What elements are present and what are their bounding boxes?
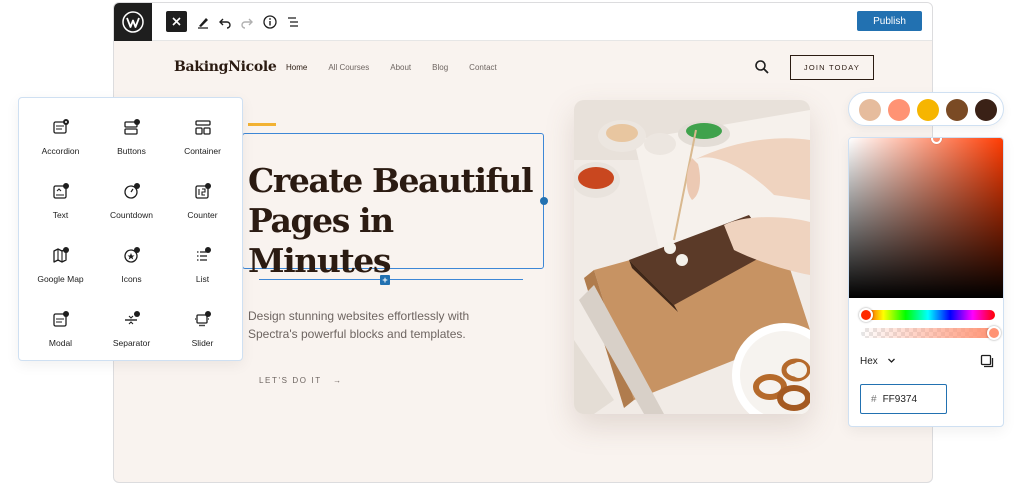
alpha-slider[interactable] xyxy=(861,328,995,338)
swatch-4[interactable] xyxy=(975,99,997,121)
block-label: Counter xyxy=(187,210,218,220)
cta-label: LET'S DO IT xyxy=(259,376,322,385)
color-picker-panel: Hex # FF9374 xyxy=(848,137,1004,427)
hero-photo[interactable] xyxy=(574,100,810,414)
undo-icon[interactable] xyxy=(216,13,234,31)
buttons-icon xyxy=(123,119,140,135)
block-label: Modal xyxy=(48,338,73,348)
block-buttons[interactable]: Buttons xyxy=(94,102,169,162)
block-modal[interactable]: Modal xyxy=(23,294,98,354)
block-label: Accordion xyxy=(41,146,80,156)
block-accordion[interactable]: Accordion xyxy=(23,102,98,162)
saturation-area[interactable] xyxy=(849,138,1003,298)
block-google-map[interactable]: Google Map xyxy=(23,230,98,290)
hue-slider-handle[interactable] xyxy=(859,308,873,322)
hero-heading-line-1: Create Beautiful xyxy=(248,161,534,200)
publish-button[interactable]: Publish xyxy=(857,11,922,31)
list-icon xyxy=(196,247,211,261)
block-slider[interactable]: Slider xyxy=(165,294,240,354)
block-label: Separator xyxy=(112,338,151,348)
modal-icon xyxy=(52,311,69,327)
map-icon xyxy=(52,247,69,263)
block-inserter-panel: Accordion Buttons Container Text Countdo… xyxy=(18,97,243,361)
copy-icon[interactable] xyxy=(980,354,994,368)
search-icon[interactable] xyxy=(754,59,770,75)
insert-block-plus-icon[interactable]: + xyxy=(380,275,390,285)
hex-value: FF9374 xyxy=(882,393,918,405)
join-today-button[interactable]: JOIN TODAY xyxy=(790,55,874,80)
countdown-icon xyxy=(123,183,140,199)
block-label: Buttons xyxy=(117,146,146,156)
block-container[interactable]: Container xyxy=(165,102,240,162)
block-label: List xyxy=(195,274,210,284)
heading-accent-line xyxy=(248,123,276,126)
separator-icon xyxy=(124,311,140,325)
container-icon xyxy=(194,120,211,135)
arrow-right-icon: → xyxy=(333,376,343,385)
resize-handle[interactable] xyxy=(540,197,548,205)
color-swatch-palette xyxy=(848,92,1004,126)
cta-link[interactable]: LET'S DO IT → xyxy=(259,376,343,385)
list-view-icon[interactable] xyxy=(284,13,302,31)
site-nav: Home All Courses About Blog Contact xyxy=(286,63,518,72)
block-label: Google Map xyxy=(37,274,84,284)
counter-icon xyxy=(194,183,211,199)
block-list[interactable]: List xyxy=(165,230,240,290)
swatch-0[interactable] xyxy=(859,99,881,121)
accordion-icon xyxy=(52,119,69,134)
info-icon[interactable] xyxy=(261,13,279,31)
block-label: Countdown xyxy=(109,210,153,220)
block-separator[interactable]: Separator xyxy=(94,294,169,354)
slider-icon xyxy=(194,311,211,327)
block-label: Slider xyxy=(191,338,214,348)
hex-value-input[interactable]: # FF9374 xyxy=(860,384,947,414)
nav-item-all-courses[interactable]: All Courses xyxy=(328,63,369,72)
block-insertion-line xyxy=(259,279,523,280)
hero-heading[interactable]: Create Beautiful Pages in Minutes xyxy=(248,161,538,281)
block-icons[interactable]: Icons xyxy=(94,230,169,290)
nav-item-contact[interactable]: Contact xyxy=(469,63,497,72)
nav-item-home[interactable]: Home xyxy=(286,63,307,72)
redo-icon[interactable] xyxy=(238,13,256,31)
chevron-down-icon[interactable] xyxy=(887,356,896,367)
pen-tool-icon[interactable] xyxy=(194,13,212,31)
block-label: Icons xyxy=(121,274,142,284)
wordpress-logo-icon[interactable] xyxy=(114,3,152,41)
hue-slider[interactable] xyxy=(861,310,995,320)
hero-description[interactable]: Design stunning websites effortlessly wi… xyxy=(248,307,508,343)
nav-item-about[interactable]: About xyxy=(390,63,411,72)
block-countdown[interactable]: Countdown xyxy=(94,166,169,226)
swatch-2[interactable] xyxy=(917,99,939,121)
block-label: Text xyxy=(52,210,69,220)
site-brand[interactable]: BakingNicole xyxy=(174,59,277,75)
close-inserter-button[interactable] xyxy=(166,11,187,32)
block-label: Container xyxy=(184,146,221,156)
nav-item-blog[interactable]: Blog xyxy=(432,63,448,72)
swatch-1[interactable] xyxy=(888,99,910,121)
block-counter[interactable]: Counter xyxy=(165,166,240,226)
alpha-slider-handle[interactable] xyxy=(987,326,1001,340)
icons-icon xyxy=(123,247,140,263)
swatch-3[interactable] xyxy=(946,99,968,121)
hero-heading-line-2: Pages in Minutes xyxy=(248,201,394,280)
text-icon xyxy=(52,183,69,199)
editor-toolbar: Publish xyxy=(114,3,932,41)
block-text[interactable]: Text xyxy=(23,166,98,226)
color-format-select[interactable]: Hex xyxy=(860,356,878,367)
hex-prefix: # xyxy=(871,393,877,405)
